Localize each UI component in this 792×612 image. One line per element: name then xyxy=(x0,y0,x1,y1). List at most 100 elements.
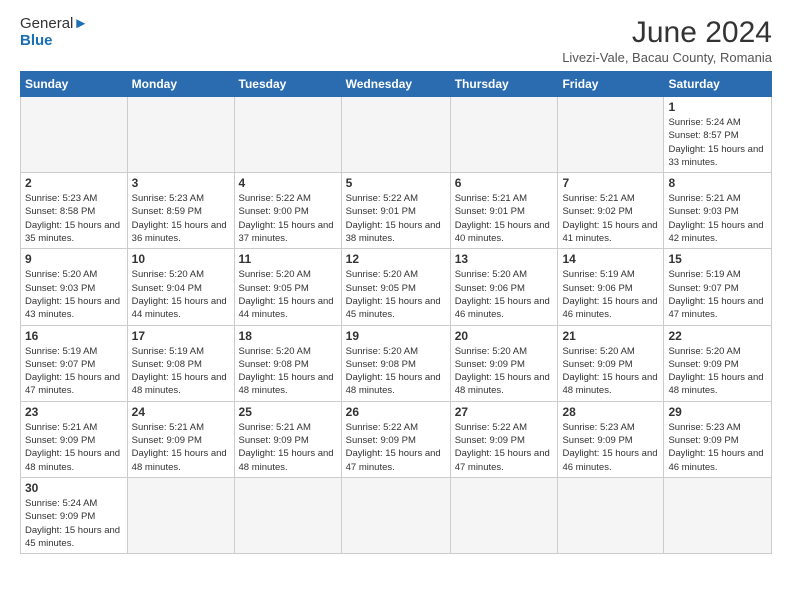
calendar-cell: 25 Sunrise: 5:21 AM Sunset: 9:09 PM Dayli… xyxy=(234,401,341,477)
calendar-cell xyxy=(450,97,558,173)
calendar-cell: 8Sunrise: 5:21 AM Sunset: 9:03 PM Daylig… xyxy=(664,173,772,249)
day-info: Sunrise: 5:20 AM Sunset: 9:09 PM Dayligh… xyxy=(562,345,659,398)
day-info: Sunrise: 5:20 AM Sunset: 9:05 PM Dayligh… xyxy=(346,268,446,321)
day-number: 14 xyxy=(562,252,659,266)
col-wednesday: Wednesday xyxy=(341,72,450,97)
day-info: Sunrise: 5:23 AM Sunset: 8:58 PM Dayligh… xyxy=(25,192,123,245)
day-number: 22 xyxy=(668,329,767,343)
day-number: 23 xyxy=(25,405,123,419)
calendar-cell: 11 Sunrise: 5:20 AM Sunset: 9:05 PM Dayli… xyxy=(234,249,341,325)
day-info: Sunrise: 5:24 AM Sunset: 9:09 PM Dayligh… xyxy=(25,497,123,550)
day-number: 21 xyxy=(562,329,659,343)
day-number: 19 xyxy=(346,329,446,343)
calendar-cell: 9Sunrise: 5:20 AM Sunset: 9:03 PM Daylig… xyxy=(21,249,128,325)
calendar-cell: 1 Sunrise: 5:24 AM Sunset: 8:57 PM Daylig… xyxy=(664,97,772,173)
calendar-cell: 21 Sunrise: 5:20 AM Sunset: 9:09 PM Dayli… xyxy=(558,325,664,401)
calendar-cell: 23Sunrise: 5:21 AM Sunset: 9:09 PM Dayli… xyxy=(21,401,128,477)
col-sunday: Sunday xyxy=(21,72,128,97)
calendar-cell: 12Sunrise: 5:20 AM Sunset: 9:05 PM Dayli… xyxy=(341,249,450,325)
day-number: 9 xyxy=(25,252,123,266)
day-info: Sunrise: 5:20 AM Sunset: 9:05 PM Dayligh… xyxy=(239,268,337,321)
col-thursday: Thursday xyxy=(450,72,558,97)
day-number: 7 xyxy=(562,176,659,190)
day-info: Sunrise: 5:19 AM Sunset: 9:06 PM Dayligh… xyxy=(562,268,659,321)
calendar-cell: 14 Sunrise: 5:19 AM Sunset: 9:06 PM Dayli… xyxy=(558,249,664,325)
calendar-cell: 20 Sunrise: 5:20 AM Sunset: 9:09 PM Dayli… xyxy=(450,325,558,401)
calendar-cell: 29 Sunrise: 5:23 AM Sunset: 9:09 PM Dayli… xyxy=(664,401,772,477)
calendar-cell: 18 Sunrise: 5:20 AM Sunset: 9:08 PM Dayli… xyxy=(234,325,341,401)
day-info: Sunrise: 5:21 AM Sunset: 9:02 PM Dayligh… xyxy=(562,192,659,245)
day-number: 13 xyxy=(455,252,554,266)
day-info: Sunrise: 5:23 AM Sunset: 9:09 PM Dayligh… xyxy=(562,421,659,474)
col-tuesday: Tuesday xyxy=(234,72,341,97)
day-info: Sunrise: 5:20 AM Sunset: 9:04 PM Dayligh… xyxy=(132,268,230,321)
day-info: Sunrise: 5:19 AM Sunset: 9:07 PM Dayligh… xyxy=(25,345,123,398)
day-number: 10 xyxy=(132,252,230,266)
day-number: 15 xyxy=(668,252,767,266)
day-number: 29 xyxy=(668,405,767,419)
calendar-week-row: 23 Sunrise: 5:21 AM Sunset: 9:09 PM Dayli… xyxy=(21,401,772,477)
day-info: Sunrise: 5:20 AM Sunset: 9:09 PM Dayligh… xyxy=(668,345,767,398)
calendar-cell: 6Sunrise: 5:21 AM Sunset: 9:01 PM Daylig… xyxy=(450,173,558,249)
calendar-cell: 2 Sunrise: 5:23 AM Sunset: 8:58 PM Daylig… xyxy=(21,173,128,249)
day-number: 2 xyxy=(25,176,123,190)
day-number: 20 xyxy=(455,329,554,343)
day-number: 18 xyxy=(239,329,337,343)
day-number: 3 xyxy=(132,176,230,190)
day-number: 11 xyxy=(239,252,337,266)
calendar-cell: 30 Sunrise: 5:24 AM Sunset: 9:09 PM Dayli… xyxy=(21,477,128,553)
calendar-cell xyxy=(21,97,128,173)
day-number: 27 xyxy=(455,405,554,419)
day-info: Sunrise: 5:21 AM Sunset: 9:09 PM Dayligh… xyxy=(132,421,230,474)
calendar-cell: 4Sunrise: 5:22 AM Sunset: 9:00 PM Daylig… xyxy=(234,173,341,249)
page: General► Blue June 2024 Livezi-Vale, Bac… xyxy=(0,0,792,612)
day-number: 17 xyxy=(132,329,230,343)
logo-svg: General► Blue xyxy=(20,16,88,49)
day-info: Sunrise: 5:24 AM Sunset: 8:57 PM Dayligh… xyxy=(668,116,767,169)
calendar-week-row: 1 Sunrise: 5:24 AM Sunset: 8:57 PM Daylig… xyxy=(21,97,772,173)
calendar-cell: 3Sunrise: 5:23 AM Sunset: 8:59 PM Daylig… xyxy=(127,173,234,249)
calendar-cell xyxy=(341,477,450,553)
day-info: Sunrise: 5:20 AM Sunset: 9:08 PM Dayligh… xyxy=(239,345,337,398)
month-year: June 2024 xyxy=(562,16,772,50)
day-number: 25 xyxy=(239,405,337,419)
day-info: Sunrise: 5:22 AM Sunset: 9:09 PM Dayligh… xyxy=(455,421,554,474)
day-number: 24 xyxy=(132,405,230,419)
day-info: Sunrise: 5:19 AM Sunset: 9:08 PM Dayligh… xyxy=(132,345,230,398)
calendar-cell xyxy=(558,97,664,173)
calendar-cell: 24 Sunrise: 5:21 AM Sunset: 9:09 PM Dayli… xyxy=(127,401,234,477)
location: Livezi-Vale, Bacau County, Romania xyxy=(562,50,772,65)
title-block: June 2024 Livezi-Vale, Bacau County, Rom… xyxy=(562,16,772,65)
calendar-cell xyxy=(127,477,234,553)
day-number: 4 xyxy=(239,176,337,190)
calendar-cell: 19Sunrise: 5:20 AM Sunset: 9:08 PM Dayli… xyxy=(341,325,450,401)
day-number: 1 xyxy=(668,100,767,114)
day-info: Sunrise: 5:21 AM Sunset: 9:03 PM Dayligh… xyxy=(668,192,767,245)
day-info: Sunrise: 5:22 AM Sunset: 9:01 PM Dayligh… xyxy=(346,192,446,245)
day-info: Sunrise: 5:23 AM Sunset: 9:09 PM Dayligh… xyxy=(668,421,767,474)
calendar-cell xyxy=(127,97,234,173)
calendar-cell xyxy=(341,97,450,173)
calendar-week-row: 9Sunrise: 5:20 AM Sunset: 9:03 PM Daylig… xyxy=(21,249,772,325)
day-info: Sunrise: 5:21 AM Sunset: 9:01 PM Dayligh… xyxy=(455,192,554,245)
calendar-cell: 15 Sunrise: 5:19 AM Sunset: 9:07 PM Dayli… xyxy=(664,249,772,325)
calendar-cell xyxy=(234,477,341,553)
day-info: Sunrise: 5:19 AM Sunset: 9:07 PM Dayligh… xyxy=(668,268,767,321)
col-monday: Monday xyxy=(127,72,234,97)
day-number: 16 xyxy=(25,329,123,343)
day-number: 30 xyxy=(25,481,123,495)
day-info: Sunrise: 5:21 AM Sunset: 9:09 PM Dayligh… xyxy=(239,421,337,474)
header: General► Blue June 2024 Livezi-Vale, Bac… xyxy=(20,16,772,65)
calendar-cell: 10 Sunrise: 5:20 AM Sunset: 9:04 PM Dayli… xyxy=(127,249,234,325)
calendar-cell: 7 Sunrise: 5:21 AM Sunset: 9:02 PM Daylig… xyxy=(558,173,664,249)
day-info: Sunrise: 5:20 AM Sunset: 9:09 PM Dayligh… xyxy=(455,345,554,398)
col-saturday: Saturday xyxy=(664,72,772,97)
calendar-cell: 13Sunrise: 5:20 AM Sunset: 9:06 PM Dayli… xyxy=(450,249,558,325)
calendar-cell: 5 Sunrise: 5:22 AM Sunset: 9:01 PM Daylig… xyxy=(341,173,450,249)
day-info: Sunrise: 5:22 AM Sunset: 9:09 PM Dayligh… xyxy=(346,421,446,474)
calendar-cell: 26Sunrise: 5:22 AM Sunset: 9:09 PM Dayli… xyxy=(341,401,450,477)
calendar-header-row: Sunday Monday Tuesday Wednesday Thursday… xyxy=(21,72,772,97)
calendar-cell: 22 Sunrise: 5:20 AM Sunset: 9:09 PM Dayli… xyxy=(664,325,772,401)
logo: General► Blue xyxy=(20,16,88,49)
day-number: 5 xyxy=(346,176,446,190)
